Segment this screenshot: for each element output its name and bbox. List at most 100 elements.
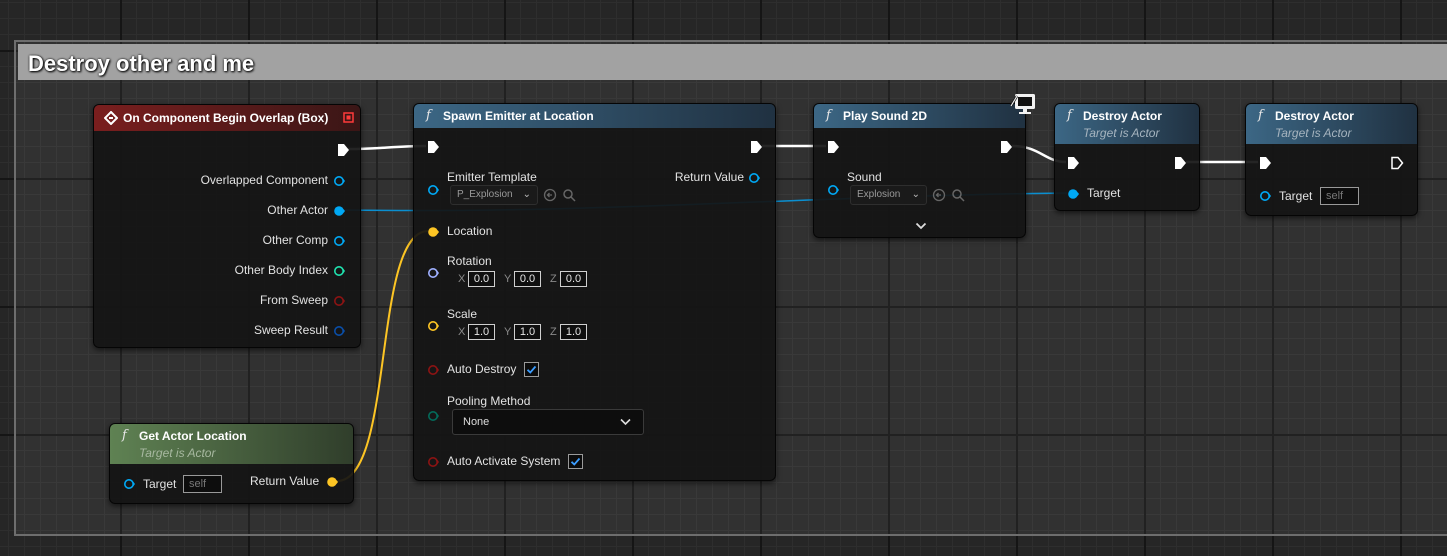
- pin-auto-destroy[interactable]: [427, 364, 439, 376]
- destroy-actor-node-other[interactable]: f Destroy Actor Target is Actor Target: [1054, 103, 1200, 211]
- auto-destroy-checkbox[interactable]: [524, 362, 539, 377]
- emitter-template-label: Emitter Template: [447, 170, 537, 184]
- destroy-actor-subtitle: Target is Actor: [1275, 126, 1352, 140]
- rotation-y-input[interactable]: 0.0: [514, 271, 541, 287]
- exec-in-pin[interactable]: [1066, 156, 1080, 170]
- exec-in-pin[interactable]: [426, 140, 440, 154]
- browse-asset-icon[interactable]: [951, 188, 965, 202]
- browse-asset-icon[interactable]: [562, 188, 576, 202]
- pin-sweep-result[interactable]: [333, 325, 345, 337]
- get-actor-location-node[interactable]: f Get Actor Location Target is Actor Tar…: [109, 423, 354, 504]
- spawn-emitter-node[interactable]: f Spawn Emitter at Location Emitter Temp…: [413, 103, 776, 481]
- pin-label-other-comp: Other Comp: [262, 233, 328, 247]
- spawn-emitter-header[interactable]: f Spawn Emitter at Location: [414, 104, 775, 128]
- destroy-actor-header[interactable]: f Destroy Actor Target is Actor: [1055, 104, 1199, 144]
- scale-y-axis: Y: [504, 326, 512, 338]
- event-diamond-icon: [104, 111, 118, 125]
- pin-target[interactable]: [123, 478, 135, 490]
- pin-overlapped-component[interactable]: [333, 175, 345, 187]
- destroy-actor-header[interactable]: f Destroy Actor Target is Actor: [1246, 104, 1417, 144]
- scale-x-axis: X: [458, 326, 466, 338]
- event-node-title: On Component Begin Overlap (Box): [123, 111, 329, 125]
- function-icon: f: [122, 428, 127, 443]
- pin-pooling-method[interactable]: [427, 410, 439, 422]
- sound-value: Explosion: [857, 189, 901, 200]
- target-label: Target: [143, 477, 177, 491]
- exec-in-pin[interactable]: [826, 140, 840, 154]
- pooling-method-dropdown[interactable]: None: [452, 409, 644, 435]
- client-only-monitor-icon: [1010, 94, 1035, 114]
- pin-return-value[interactable]: [748, 172, 760, 184]
- pin-auto-activate[interactable]: [427, 456, 439, 468]
- pin-target[interactable]: [1259, 190, 1271, 202]
- rotation-y-axis: Y: [504, 273, 512, 285]
- target-label: Target: [1087, 186, 1121, 200]
- target-self-input[interactable]: self: [183, 475, 222, 493]
- rotation-z-axis: Z: [550, 273, 557, 285]
- target-label: Target: [1279, 189, 1313, 203]
- return-value-label: Return Value: [250, 474, 320, 488]
- function-icon: f: [826, 108, 831, 123]
- destroy-actor-node-self[interactable]: f Destroy Actor Target is Actor Target s…: [1245, 103, 1418, 216]
- scale-x-input[interactable]: 1.0: [468, 324, 495, 340]
- pin-label-other-actor: Other Actor: [267, 203, 328, 217]
- pin-rotation[interactable]: [427, 267, 439, 279]
- get-actor-location-title: Get Actor Location: [139, 429, 247, 443]
- exec-out-pin[interactable]: [1390, 156, 1404, 170]
- auto-destroy-label: Auto Destroy: [447, 362, 517, 376]
- rotation-x-input[interactable]: 0.0: [468, 271, 495, 287]
- pin-location[interactable]: [427, 226, 439, 238]
- exec-out-pin[interactable]: [999, 140, 1013, 154]
- scale-y-input[interactable]: 1.0: [514, 324, 541, 340]
- rotation-x-axis: X: [458, 273, 466, 285]
- get-actor-location-subtitle: Target is Actor: [139, 446, 216, 460]
- get-actor-location-header[interactable]: f Get Actor Location Target is Actor: [110, 424, 353, 464]
- pin-emitter-template[interactable]: [427, 184, 439, 196]
- checkmark-icon: [570, 457, 581, 466]
- scale-z-axis: Z: [550, 326, 557, 338]
- use-selected-asset-icon[interactable]: [932, 188, 946, 202]
- exec-out-pin[interactable]: [749, 140, 763, 154]
- emitter-template-dropdown[interactable]: P_Explosion ⌄: [450, 185, 538, 205]
- return-value-label: Return Value: [674, 170, 744, 184]
- pin-label-from-sweep: From Sweep: [259, 293, 328, 307]
- rotation-label: Rotation: [447, 254, 492, 268]
- function-icon: f: [426, 108, 431, 123]
- destroy-actor-title: Destroy Actor: [1083, 109, 1162, 123]
- function-icon: f: [1258, 108, 1263, 123]
- pin-label-sweep-result: Sweep Result: [253, 323, 328, 337]
- play-sound-header[interactable]: f Play Sound 2D: [814, 104, 1025, 128]
- auto-activate-label: Auto Activate System: [447, 454, 561, 468]
- pin-other-actor[interactable]: [333, 205, 345, 217]
- pin-return-value[interactable]: [326, 476, 338, 488]
- play-sound-title: Play Sound 2D: [843, 109, 928, 123]
- destroy-actor-title: Destroy Actor: [1275, 109, 1354, 123]
- delegate-pin-icon[interactable]: [343, 112, 354, 123]
- pin-other-comp[interactable]: [333, 235, 345, 247]
- target-self-input[interactable]: self: [1320, 187, 1359, 205]
- pooling-method-label: Pooling Method: [447, 394, 531, 408]
- exec-out-pin[interactable]: [336, 143, 350, 157]
- auto-activate-checkbox[interactable]: [568, 454, 583, 469]
- play-sound-2d-node[interactable]: f Play Sound 2D Sound Explosion ⌄: [813, 103, 1026, 238]
- event-node-header[interactable]: On Component Begin Overlap (Box): [94, 105, 360, 131]
- function-icon: f: [1067, 108, 1072, 123]
- pin-target[interactable]: [1067, 188, 1079, 200]
- use-selected-asset-icon[interactable]: [543, 188, 557, 202]
- exec-in-pin[interactable]: [1258, 156, 1272, 170]
- pin-other-body-index[interactable]: [333, 265, 345, 277]
- sound-dropdown[interactable]: Explosion ⌄: [850, 185, 927, 205]
- expand-chevron-icon[interactable]: [915, 222, 927, 230]
- pin-sound[interactable]: [827, 184, 839, 196]
- pin-from-sweep[interactable]: [333, 295, 345, 307]
- scale-z-input[interactable]: 1.0: [560, 324, 587, 340]
- checkmark-icon: [526, 365, 537, 374]
- spawn-emitter-title: Spawn Emitter at Location: [443, 109, 594, 123]
- event-node-begin-overlap[interactable]: On Component Begin Overlap (Box) Overlap…: [93, 104, 361, 348]
- chevron-down-icon: [620, 418, 631, 426]
- pin-label-overlapped-component: Overlapped Component: [200, 173, 328, 187]
- chevron-down-icon: ⌄: [911, 189, 920, 200]
- rotation-z-input[interactable]: 0.0: [560, 271, 587, 287]
- pin-scale[interactable]: [427, 320, 439, 332]
- exec-out-pin[interactable]: [1173, 156, 1187, 170]
